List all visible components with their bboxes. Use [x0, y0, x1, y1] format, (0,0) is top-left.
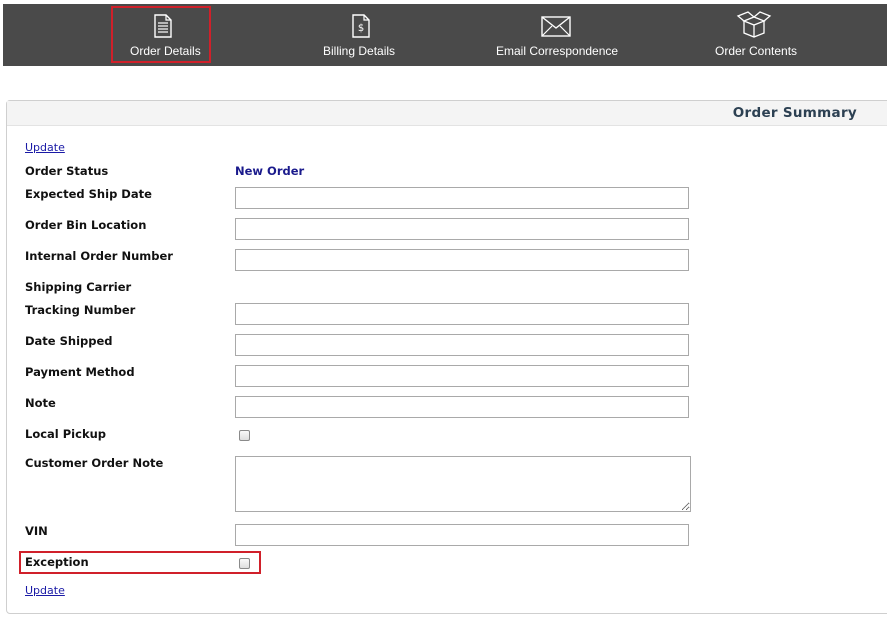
customer-order-note-label: Customer Order Note — [25, 456, 164, 470]
vin-label: VIN — [25, 524, 48, 538]
tracking-number-input[interactable] — [235, 303, 689, 325]
dollar-document-icon: $ — [352, 14, 370, 38]
note-label: Note — [25, 396, 56, 410]
customer-order-note-textarea[interactable] — [235, 456, 691, 512]
update-link-bottom[interactable]: Update — [25, 584, 65, 597]
expected-ship-date-label: Expected Ship Date — [25, 187, 152, 201]
order-bin-location-input[interactable] — [235, 218, 689, 240]
tab-label: Billing Details — [323, 44, 396, 58]
vin-input[interactable] — [235, 524, 689, 546]
note-input[interactable] — [235, 396, 689, 418]
exception-label: Exception — [25, 555, 89, 569]
shipping-carrier-label: Shipping Carrier — [25, 280, 132, 294]
date-shipped-input[interactable] — [235, 334, 689, 356]
update-link-top[interactable]: Update — [25, 141, 65, 154]
order-status-value: New Order — [235, 164, 305, 178]
panel-header: Order Summary — [7, 101, 887, 126]
tab-email-correspondence[interactable]: Email Correspondence — [493, 4, 623, 66]
local-pickup-checkbox[interactable] — [239, 430, 250, 441]
order-status-label: Order Status — [25, 164, 109, 178]
expected-ship-date-input[interactable] — [235, 187, 689, 209]
panel-title: Order Summary — [732, 105, 857, 121]
order-bin-location-label: Order Bin Location — [25, 218, 147, 232]
internal-order-number-label: Internal Order Number — [25, 249, 173, 263]
selected-tab-highlight — [111, 6, 211, 63]
svg-text:$: $ — [358, 23, 364, 34]
tracking-number-label: Tracking Number — [25, 303, 136, 317]
tab-label: Order Contents — [715, 44, 798, 58]
envelope-icon — [541, 16, 571, 37]
tab-label: Email Correspondence — [496, 44, 619, 58]
tab-billing-details[interactable]: $ Billing Details — [315, 4, 415, 66]
tab-order-contents[interactable]: Order Contents — [708, 4, 808, 66]
box-icon — [736, 11, 772, 38]
local-pickup-label: Local Pickup — [25, 427, 107, 441]
date-shipped-label: Date Shipped — [25, 334, 113, 348]
exception-checkbox[interactable] — [239, 558, 250, 569]
payment-method-label: Payment Method — [25, 365, 135, 379]
internal-order-number-input[interactable] — [235, 249, 689, 271]
payment-method-input[interactable] — [235, 365, 689, 387]
